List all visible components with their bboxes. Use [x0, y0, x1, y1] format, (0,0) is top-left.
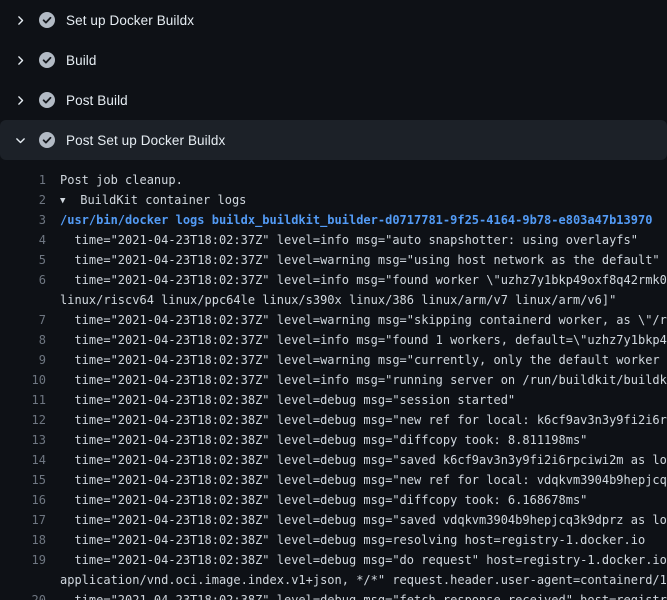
log-line[interactable]: 9 time="2021-04-23T18:02:37Z" level=warn… [0, 350, 667, 370]
check-circle-icon [39, 52, 55, 68]
line-number[interactable]: 15 [0, 470, 46, 490]
line-text: ▼ BuildKit container logs [60, 190, 667, 210]
log-line[interactable]: 7 time="2021-04-23T18:02:37Z" level=warn… [0, 310, 667, 330]
line-text: time="2021-04-23T18:02:37Z" level=info m… [60, 270, 667, 290]
line-text: application/vnd.oci.image.index.v1+json,… [60, 570, 667, 590]
log-line[interactable]: 6 time="2021-04-23T18:02:37Z" level=info… [0, 270, 667, 290]
step-section: Post Build [0, 80, 667, 120]
line-text: time="2021-04-23T18:02:38Z" level=debug … [60, 470, 667, 490]
group-toggle-icon[interactable]: ▼ [60, 191, 73, 210]
line-number[interactable]: 20 [0, 590, 46, 600]
log-line[interactable]: 19 time="2021-04-23T18:02:38Z" level=deb… [0, 550, 667, 570]
line-number[interactable]: 11 [0, 390, 46, 410]
line-number[interactable]: 17 [0, 510, 46, 530]
line-number[interactable]: 4 [0, 230, 46, 250]
check-circle-icon [39, 92, 55, 108]
step-header[interactable]: Build [0, 40, 667, 80]
step-title: Post Set up Docker Buildx [66, 133, 225, 148]
log-line[interactable]: 17 time="2021-04-23T18:02:38Z" level=deb… [0, 510, 667, 530]
line-text: time="2021-04-23T18:02:37Z" level=info m… [60, 370, 667, 390]
step-log-body: 1 Post job cleanup. 2 ▼ BuildKit contain… [0, 160, 667, 600]
check-circle-icon [39, 12, 55, 28]
step-section: Post Set up Docker Buildx 1 Post job cle… [0, 120, 667, 600]
log-line[interactable]: 14 time="2021-04-23T18:02:38Z" level=deb… [0, 450, 667, 470]
log-line[interactable]: 5 time="2021-04-23T18:02:37Z" level=warn… [0, 250, 667, 270]
line-text: time="2021-04-23T18:02:38Z" level=debug … [60, 450, 667, 470]
log-line[interactable]: 11 time="2021-04-23T18:02:38Z" level=deb… [0, 390, 667, 410]
step-title: Build [66, 53, 97, 68]
line-number[interactable]: 10 [0, 370, 46, 390]
check-circle-icon [39, 132, 55, 148]
log-line[interactable]: 16 time="2021-04-23T18:02:38Z" level=deb… [0, 490, 667, 510]
log-line[interactable]: 13 time="2021-04-23T18:02:38Z" level=deb… [0, 430, 667, 450]
step-header[interactable]: Post Build [0, 80, 667, 120]
line-text: time="2021-04-23T18:02:38Z" level=debug … [60, 490, 667, 510]
step-title: Set up Docker Buildx [66, 13, 194, 28]
log-line[interactable]: 10 time="2021-04-23T18:02:37Z" level=inf… [0, 370, 667, 390]
line-text: time="2021-04-23T18:02:38Z" level=debug … [60, 550, 667, 570]
log-line[interactable]: 8 time="2021-04-23T18:02:37Z" level=info… [0, 330, 667, 350]
line-number[interactable]: 1 [0, 170, 46, 190]
line-text: time="2021-04-23T18:02:38Z" level=debug … [60, 390, 667, 410]
line-number[interactable]: 12 [0, 410, 46, 430]
step-title: Post Build [66, 93, 128, 108]
line-number[interactable]: 19 [0, 550, 46, 570]
step-header[interactable]: Post Set up Docker Buildx [0, 120, 667, 160]
step-section: Build [0, 40, 667, 80]
step-section: Set up Docker Buildx [0, 0, 667, 40]
line-number[interactable]: 8 [0, 330, 46, 350]
line-text: time="2021-04-23T18:02:37Z" level=info m… [60, 330, 667, 350]
line-number[interactable]: 6 [0, 270, 46, 290]
line-text: time="2021-04-23T18:02:38Z" level=debug … [60, 430, 667, 450]
line-text: time="2021-04-23T18:02:37Z" level=warnin… [60, 310, 667, 330]
line-number[interactable]: 16 [0, 490, 46, 510]
line-text: /usr/bin/docker logs buildx_buildkit_bui… [60, 210, 667, 230]
log-line[interactable]: 3 /usr/bin/docker logs buildx_buildkit_b… [0, 210, 667, 230]
line-text: time="2021-04-23T18:02:38Z" level=debug … [60, 410, 667, 430]
line-number[interactable] [0, 290, 46, 310]
line-number[interactable]: 3 [0, 210, 46, 230]
log-line[interactable]: application/vnd.oci.image.index.v1+json,… [0, 570, 667, 590]
line-text: time="2021-04-23T18:02:37Z" level=warnin… [60, 250, 667, 270]
line-text: linux/riscv64 linux/ppc64le linux/s390x … [60, 290, 667, 310]
step-header[interactable]: Set up Docker Buildx [0, 0, 667, 40]
line-number[interactable]: 5 [0, 250, 46, 270]
log-line[interactable]: 20 time="2021-04-23T18:02:38Z" level=deb… [0, 590, 667, 600]
line-text: time="2021-04-23T18:02:38Z" level=debug … [60, 590, 667, 600]
line-text: time="2021-04-23T18:02:37Z" level=info m… [60, 230, 667, 250]
log-line[interactable]: 15 time="2021-04-23T18:02:38Z" level=deb… [0, 470, 667, 490]
chevron-right-icon[interactable] [12, 52, 28, 68]
log-line[interactable]: 1 Post job cleanup. [0, 170, 667, 190]
line-text: time="2021-04-23T18:02:38Z" level=debug … [60, 530, 667, 550]
line-text: Post job cleanup. [60, 170, 667, 190]
line-text: time="2021-04-23T18:02:37Z" level=warnin… [60, 350, 667, 370]
log-line[interactable]: 12 time="2021-04-23T18:02:38Z" level=deb… [0, 410, 667, 430]
chevron-right-icon[interactable] [12, 92, 28, 108]
line-number[interactable]: 14 [0, 450, 46, 470]
line-number[interactable]: 7 [0, 310, 46, 330]
line-number[interactable]: 2 [0, 190, 46, 210]
line-number[interactable]: 13 [0, 430, 46, 450]
line-number[interactable]: 9 [0, 350, 46, 370]
chevron-right-icon[interactable] [12, 12, 28, 28]
step-sections: Set up Docker Buildx Build [0, 0, 667, 600]
log-line[interactable]: 2 ▼ BuildKit container logs [0, 190, 667, 210]
log-line[interactable]: 18 time="2021-04-23T18:02:38Z" level=deb… [0, 530, 667, 550]
line-number[interactable]: 18 [0, 530, 46, 550]
log-line[interactable]: linux/riscv64 linux/ppc64le linux/s390x … [0, 290, 667, 310]
chevron-down-icon[interactable] [12, 132, 28, 148]
actions-log-viewer: Set up Docker Buildx Build [0, 0, 667, 600]
line-number[interactable] [0, 570, 46, 590]
line-text: time="2021-04-23T18:02:38Z" level=debug … [60, 510, 667, 530]
log-line[interactable]: 4 time="2021-04-23T18:02:37Z" level=info… [0, 230, 667, 250]
